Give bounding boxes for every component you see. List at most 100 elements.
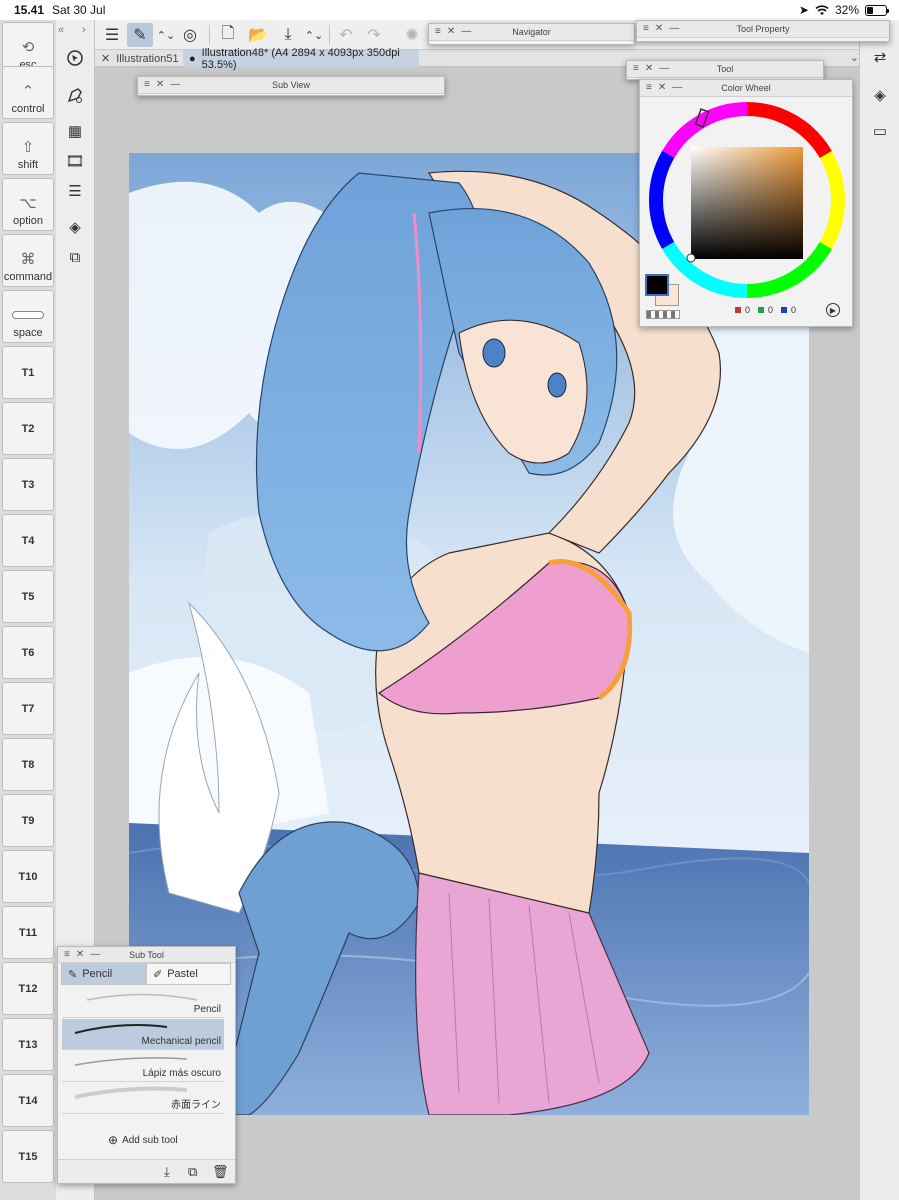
status-right: ➤ 32% [798,3,889,17]
tkey-t8[interactable]: T8 [2,738,54,791]
minimize-icon[interactable]: — [90,949,100,960]
layers-icon[interactable]: ◈ [869,84,891,106]
grip-icon[interactable]: ≡ [435,26,441,37]
import-icon[interactable]: ⤓ [164,1164,170,1180]
tkey-t5[interactable]: T5 [2,570,54,623]
move-view-icon[interactable] [64,47,86,69]
brush-mechanical-pencil[interactable]: Mechanical pencil [62,1019,224,1050]
tkey-t1[interactable]: T1 [2,346,54,399]
expand-right-icon[interactable]: › [82,24,86,36]
tkey-t2[interactable]: T2 [2,402,54,455]
chevron-down-icon[interactable]: ⌄ [850,51,859,64]
stroke-preview [74,1024,168,1034]
option-key[interactable]: ⌥ option [2,178,54,231]
navigator-title-bar[interactable]: ≡ ✕ — Navigator [429,24,634,41]
tkey-t12[interactable]: T12 [2,962,54,1015]
pencil-icon: ✎ [68,968,78,981]
command-key-icon: ⌘ [20,251,36,268]
grip-icon[interactable]: ≡ [643,23,649,34]
timer-icon: ⟲ [21,39,35,56]
saturation-marker[interactable] [686,253,696,263]
tool-property-panel: ≡ ✕ — Tool Property [636,20,890,42]
tool-property-title-bar[interactable]: ≡ ✕ — Tool Property [637,21,889,38]
tkey-t14[interactable]: T14 [2,1074,54,1127]
tab-illustration51[interactable]: ✕ Illustration51 [95,50,183,67]
transparent-color-swatch[interactable] [646,310,680,319]
tab-illustration48[interactable]: ● Illustration48* (A4 2894 x 4093px 350d… [183,47,419,71]
pen-tool-icon[interactable] [64,84,86,106]
tab-pencil[interactable]: ✎ Pencil [61,963,146,985]
brush-blush-line[interactable]: 赤面ライン [62,1083,224,1114]
trash-icon[interactable]: 🗑 [212,1164,229,1180]
smart-tool-icon[interactable]: ◎ [177,23,203,47]
layers-icon[interactable]: ◈ [64,216,86,238]
minimize-icon[interactable]: — [669,23,679,34]
menu-icon[interactable]: ☰ [99,23,125,47]
grip-icon[interactable]: ≡ [144,79,150,90]
shift-key[interactable]: ⇧ shift [2,122,54,175]
stroke-preview [74,1057,188,1066]
brush-pencil[interactable]: Pencil [62,987,224,1018]
color-wheel-title-bar[interactable]: ≡ ✕ — Color Wheel [640,80,852,97]
close-icon[interactable]: ✕ [101,52,110,65]
close-icon[interactable]: ✕ [658,82,666,93]
tkey-t7[interactable]: T7 [2,682,54,735]
minimize-icon[interactable]: — [461,26,471,37]
tkey-t3[interactable]: T3 [2,458,54,511]
tkey-t6[interactable]: T6 [2,626,54,679]
navigator-panel: ≡ ✕ — Navigator [428,23,635,45]
redo-icon[interactable]: ↷ [361,23,387,47]
green-square-icon [758,307,765,313]
chevron-updown-icon[interactable]: ⌃⌄ [301,23,327,47]
grip-icon[interactable]: ≡ [646,82,652,93]
minimize-icon[interactable]: — [672,82,682,93]
tab-pastel[interactable]: ✐ Pastel [146,963,231,985]
film-timeline-icon[interactable]: 🎞 [64,150,86,172]
tool-title-bar[interactable]: ≡ ✕ — Tool [627,61,823,78]
brush-lapiz-mas-oscuro[interactable]: Lápiz más oscuro [62,1051,224,1082]
minimize-icon[interactable]: — [170,79,180,90]
close-icon[interactable]: ✕ [156,79,164,90]
main-color-swatch[interactable] [645,274,669,296]
close-icon[interactable]: ✕ [76,949,84,960]
status-date: Sat 30 Jul [52,3,106,17]
add-sub-tool-button[interactable]: ⊕ Add sub tool [108,1133,178,1147]
control-key[interactable]: ⌃ control [2,66,54,119]
spacebar-icon [12,311,44,319]
location-icon: ➤ [798,3,809,17]
play-icon[interactable]: ▶ [826,303,840,317]
open-folder-icon[interactable]: 📂 [245,23,271,47]
tkey-t10[interactable]: T10 [2,850,54,903]
material-library-icon[interactable]: ⧉ [64,246,86,268]
close-icon[interactable]: ✕ [655,23,663,34]
new-file-icon[interactable]: 🗋 [215,23,241,47]
swap-arrows-icon[interactable]: ⇄ [869,46,891,68]
pastel-icon: ✐ [153,968,163,981]
inbox-icon[interactable]: ▭ [869,120,891,142]
grip-icon[interactable]: ≡ [633,63,639,74]
simplified-mode-icon[interactable]: ✎ [127,23,153,47]
undo-icon[interactable]: ↶ [333,23,359,47]
sub-view-title-bar[interactable]: ≡ ✕ — Sub View [138,77,444,94]
space-key[interactable]: space [2,290,54,343]
collapse-left-icon[interactable]: « [58,24,64,36]
tkey-t11[interactable]: T11 [2,906,54,959]
minimize-icon[interactable]: — [659,63,669,74]
color-palette-icon[interactable]: ▦ [64,120,86,142]
loading-icon: ✺ [405,27,419,44]
duplicate-icon[interactable]: ⧉ [188,1164,197,1180]
tkey-t15[interactable]: T15 [2,1130,54,1183]
plus-circle-icon: ⊕ [108,1133,119,1147]
save-icon[interactable]: ⤓ [275,23,301,47]
command-key[interactable]: ⌘ command [2,234,54,287]
layer-list-icon[interactable]: ☰ [64,180,86,202]
tkey-t9[interactable]: T9 [2,794,54,847]
sub-tool-title-bar[interactable]: ≡ ✕ — Sub Tool [58,947,235,963]
grip-icon[interactable]: ≡ [64,949,70,960]
battery-icon [865,4,889,16]
close-icon[interactable]: ✕ [645,63,653,74]
tkey-t13[interactable]: T13 [2,1018,54,1071]
chevron-updown-icon[interactable]: ⌃⌄ [153,23,179,47]
tkey-t4[interactable]: T4 [2,514,54,567]
close-icon[interactable]: ✕ [447,26,455,37]
